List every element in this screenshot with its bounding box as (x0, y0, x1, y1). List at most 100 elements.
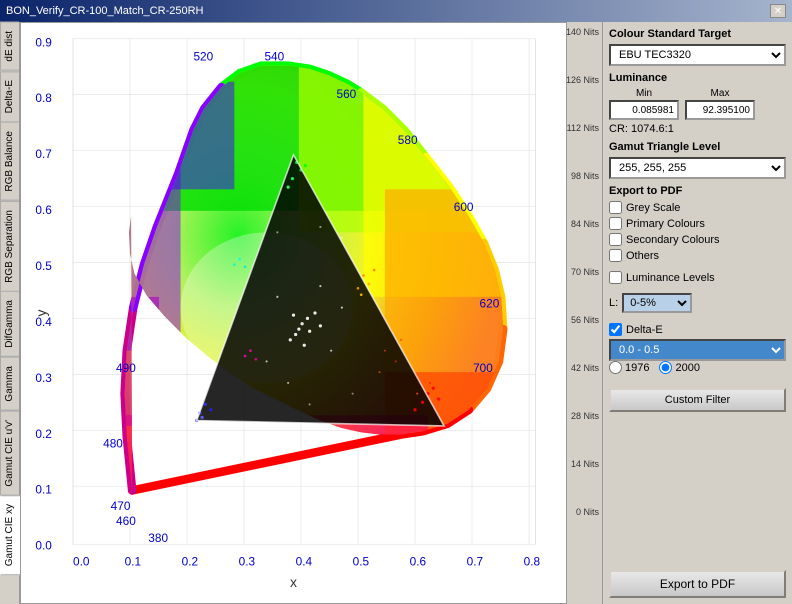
delta-e-radio-row: 1976 2000 (609, 361, 786, 374)
nit-84: 84 Nits (567, 219, 599, 229)
others-label: Others (626, 250, 659, 262)
y-axis-label-02: 0.2 (35, 427, 51, 441)
delta-e-dropdown[interactable]: 0.0 - 0.5 (609, 339, 786, 361)
wavelength-380: 380 (148, 531, 168, 545)
luminance-max-input[interactable] (685, 100, 755, 120)
y-axis-label-04: 0.4 (35, 315, 52, 329)
tab-de-dist[interactable]: dE dist (0, 22, 19, 71)
y-axis-label-01: 0.1 (35, 483, 51, 497)
tab-delta-e[interactable]: Delta-E (0, 71, 19, 122)
luminance-min-col: Min (609, 88, 679, 120)
x-axis-label-03: 0.3 (239, 555, 256, 569)
nit-112: 112 Nits (567, 123, 599, 133)
close-button[interactable]: ✕ (770, 4, 786, 18)
wavelength-520: 520 (193, 49, 213, 63)
gamut-triangle-label: Gamut Triangle Level (609, 141, 786, 153)
wavelength-540: 540 (264, 49, 284, 63)
luminance-label: Luminance (609, 72, 786, 84)
custom-filter-button[interactable]: Custom Filter (609, 388, 786, 412)
delta-e-label: Delta-E (626, 324, 663, 336)
nit-42: 42 Nits (567, 363, 599, 373)
export-pdf-button[interactable]: Export to PDF (609, 570, 786, 598)
wavelength-620: 620 (480, 297, 500, 311)
export-pdf-section: Export to PDF Grey Scale Primary Colours… (609, 185, 786, 265)
x-axis-label-02: 0.2 (182, 555, 198, 569)
y-axis-label-07: 0.7 (35, 147, 51, 161)
tab-gamma[interactable]: Gamma (0, 357, 19, 411)
tab-difgamma[interactable]: DifGamma (0, 291, 19, 357)
others-row: Others (609, 249, 786, 262)
y-axis-label-0: 0.0 (35, 539, 52, 553)
x-axis-label-07: 0.7 (467, 555, 483, 569)
x-axis-label-04: 0.4 (296, 555, 313, 569)
nit-14: 14 Nits (567, 459, 599, 469)
y-axis-label-03: 0.3 (35, 371, 52, 385)
delta-e-header: Delta-E (609, 323, 786, 336)
tab-rgb-balance[interactable]: RGB Balance (0, 122, 19, 201)
secondary-colours-label: Secondary Colours (626, 234, 720, 246)
delta-e-checkbox[interactable] (609, 323, 622, 336)
radio-1976[interactable] (609, 361, 622, 374)
nits-bar: 140 Nits 126 Nits 112 Nits 98 Nits 84 Ni… (567, 22, 602, 604)
nit-0: 0 Nits (567, 507, 599, 517)
luminance-min-input[interactable] (609, 100, 679, 120)
x-axis-label-0: 0.0 (73, 555, 90, 569)
luminance-levels-label: Luminance Levels (626, 272, 715, 284)
x-axis-label-06: 0.6 (410, 555, 427, 569)
wavelength-580: 580 (398, 133, 418, 147)
x-axis-label-05: 0.5 (353, 555, 370, 569)
wavelength-480: 480 (103, 436, 123, 450)
luminance-max-label: Max (711, 88, 730, 99)
grey-scale-row: Grey Scale (609, 201, 786, 214)
radio-2000[interactable] (659, 361, 672, 374)
nit-70: 70 Nits (567, 267, 599, 277)
gamut-triangle-dropdown[interactable]: 255, 255, 255 (609, 157, 786, 179)
nit-126: 126 Nits (567, 75, 599, 85)
window-title: BON_Verify_CR-100_Match_CR-250RH (6, 5, 203, 17)
cie-chart-svg: 0.0 0.1 0.2 0.3 0.4 0.5 0.6 0.7 0.8 x 0.… (26, 28, 561, 598)
delta-e-section: Delta-E 0.0 - 0.5 1976 2000 (609, 323, 786, 378)
wavelength-460: 460 (116, 514, 136, 528)
luminance-range-dropdown[interactable]: 0-5% (622, 293, 692, 313)
grey-scale-label: Grey Scale (626, 202, 680, 214)
wavelength-560: 560 (337, 87, 357, 101)
nit-28: 28 Nits (567, 411, 599, 421)
nit-140: 140 Nits (567, 27, 599, 37)
secondary-colours-checkbox[interactable] (609, 233, 622, 246)
primary-colours-row: Primary Colours (609, 217, 786, 230)
grey-scale-checkbox[interactable] (609, 201, 622, 214)
luminance-inputs-row: Min Max (609, 88, 786, 120)
cie-chart-area: 0.0 0.1 0.2 0.3 0.4 0.5 0.6 0.7 0.8 x 0.… (20, 22, 567, 604)
y-axis-title: y (33, 309, 49, 316)
colour-standard-label: Colour Standard Target (609, 28, 786, 40)
tab-rgb-separation[interactable]: RGB Separation (0, 201, 19, 292)
export-pdf-label: Export to PDF (609, 185, 786, 197)
gamut-triangle-section: Gamut Triangle Level 255, 255, 255 (609, 141, 786, 179)
wavelength-490: 490 (116, 361, 136, 375)
left-tabs: dE dist Delta-E RGB Balance RGB Separati… (0, 22, 20, 604)
y-axis-label-05: 0.5 (35, 259, 52, 273)
nit-56: 56 Nits (567, 315, 599, 325)
tab-gamut-uv[interactable]: Gamut CIE u'v' (0, 411, 19, 496)
x-axis-title: x (290, 574, 297, 590)
primary-colours-checkbox[interactable] (609, 217, 622, 230)
tab-gamut-xy[interactable]: Gamut CIE xy (0, 495, 20, 575)
colour-standard-dropdown[interactable]: EBU TEC3320 (609, 44, 786, 66)
right-panel: Colour Standard Target EBU TEC3320 Lumin… (602, 22, 792, 604)
colour-standard-section: Colour Standard Target EBU TEC3320 (609, 28, 786, 66)
radio-2000-label[interactable]: 2000 (659, 361, 699, 374)
luminance-levels-checkbox[interactable] (609, 271, 622, 284)
wavelength-470: 470 (111, 499, 131, 513)
others-checkbox[interactable] (609, 249, 622, 262)
wavelength-700: 700 (473, 361, 493, 375)
radio-1976-label[interactable]: 1976 (609, 361, 649, 374)
y-axis-label-08: 0.8 (35, 91, 52, 105)
nit-98: 98 Nits (567, 171, 599, 181)
luminance-section: Luminance Min Max CR: 1074.6:1 (609, 72, 786, 135)
luminance-max-col: Max (685, 88, 755, 120)
x-axis-label-01: 0.1 (125, 555, 141, 569)
wavelength-600: 600 (454, 200, 474, 214)
title-bar: BON_Verify_CR-100_Match_CR-250RH ✕ (0, 0, 792, 22)
luminance-levels-range-row: L: 0-5% (609, 293, 786, 313)
luminance-min-label: Min (636, 88, 652, 99)
